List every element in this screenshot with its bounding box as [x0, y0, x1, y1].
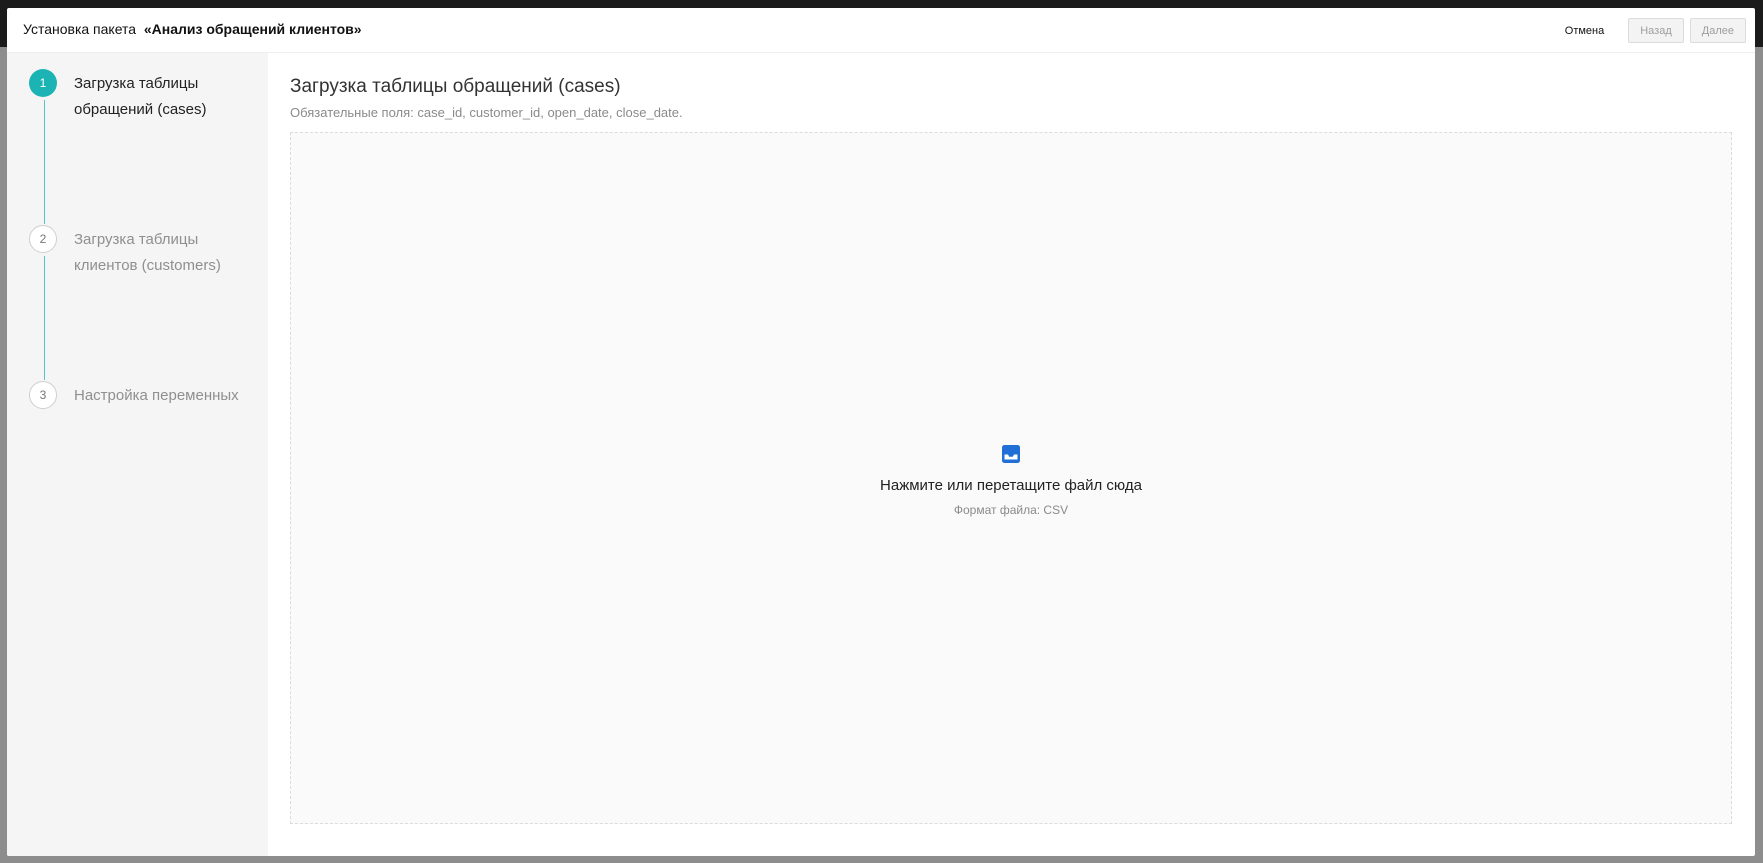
step-3-label: Настройка переменных	[74, 387, 239, 404]
install-package-dialog: Установка пакета «Анализ обращений клиен…	[7, 8, 1755, 856]
step-3-number: 3	[29, 381, 57, 409]
package-name: «Анализ обращений клиентов»	[143, 21, 362, 37]
dialog-title: Установка пакета «Анализ обращений клиен…	[23, 21, 362, 37]
file-format-hint: Формат файла: CSV	[953, 503, 1069, 517]
required-fields-note: Обязательные поля: case_id, customer_id,…	[290, 105, 683, 120]
step-2-number: 2	[29, 225, 57, 253]
dropzone-content: Нажмите или перетащите файл сюда Формат …	[291, 444, 1731, 517]
dropzone-text: Нажмите или перетащите файл сюда	[880, 477, 1142, 494]
step-content: Загрузка таблицы обращений (cases) Обяза…	[268, 53, 1755, 856]
step-1-number: 1	[29, 69, 57, 97]
step-1-label: Загрузка таблицы обращений (cases)	[74, 75, 207, 118]
next-button[interactable]: Далее	[1689, 18, 1746, 43]
dialog-actions: Отмена Назад Далее	[1565, 18, 1746, 43]
step-connector-2	[44, 256, 45, 380]
back-button[interactable]: Назад	[1628, 18, 1684, 43]
dialog-title-prefix: Установка пакета	[23, 21, 144, 37]
page-title: Загрузка таблицы обращений (cases)	[290, 76, 621, 97]
steps-sidebar: 1 Загрузка таблицы обращений (cases) 2 З…	[7, 53, 268, 856]
dialog-header: Установка пакета «Анализ обращений клиен…	[7, 8, 1755, 53]
file-dropzone[interactable]: Нажмите или перетащите файл сюда Формат …	[290, 132, 1732, 824]
step-connector-1	[44, 100, 45, 224]
inbox-icon	[1001, 444, 1021, 464]
cancel-button[interactable]: Отмена	[1565, 25, 1604, 37]
step-2-label: Загрузка таблицы клиентов (customers)	[74, 231, 221, 274]
